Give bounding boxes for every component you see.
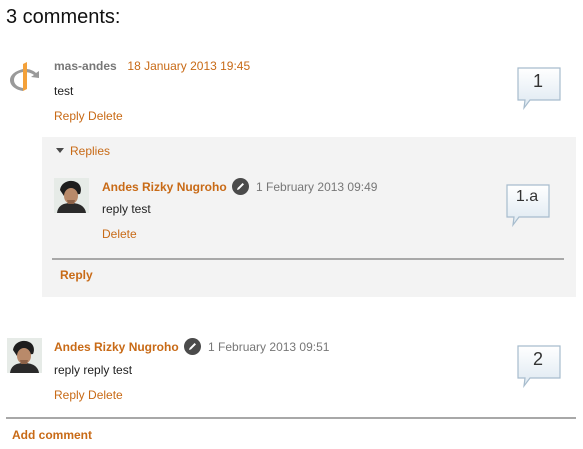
reply-actions: Delete [102, 227, 137, 241]
divider [6, 417, 576, 419]
delete-button[interactable]: Delete [88, 388, 123, 402]
comment-number-bubble: 2 [516, 344, 564, 392]
reply-to-thread-button[interactable]: Reply [60, 268, 93, 282]
comment-2-meta: Andes Rizky Nugroho 1 February 2013 09:5… [54, 338, 329, 355]
replies-toggle[interactable]: Replies [56, 144, 110, 158]
comments-section: 3 comments: mas-andes 18 January 2013 19… [0, 0, 583, 449]
reply-meta: Andes Rizky Nugroho 1 February 2013 09:4… [102, 178, 377, 195]
reply-button[interactable]: Reply [54, 109, 85, 123]
blog-admin-pencil-icon [183, 338, 201, 355]
comment-number: 1 [532, 71, 543, 91]
avatar[interactable] [7, 338, 42, 373]
comment-number-bubble: 1 [516, 66, 564, 114]
blog-admin-pencil-icon [231, 178, 249, 195]
comment-date[interactable]: 1 February 2013 09:51 [208, 340, 329, 354]
reply-author[interactable]: Andes Rizky Nugroho [102, 180, 227, 194]
comments-heading: 3 comments: [6, 6, 121, 28]
divider [52, 258, 564, 260]
reply-number: 1.a [515, 188, 539, 205]
reply-date[interactable]: 1 February 2013 09:49 [256, 180, 377, 194]
add-comment-link[interactable]: Add comment [12, 428, 92, 442]
replies-thread: Replies Andes Rizky Nugroho 1 February 2… [42, 137, 576, 297]
comment-text: reply reply test [54, 363, 133, 377]
comment-1-meta: mas-andes 18 January 2013 19:45 [54, 59, 250, 73]
openid-icon [6, 60, 41, 95]
comment-author[interactable]: mas-andes [54, 59, 117, 73]
comment-actions: Reply Delete [54, 388, 123, 402]
reply-button[interactable]: Reply [54, 388, 85, 402]
reply-number-bubble: 1.a [505, 183, 553, 231]
comment-text: test [54, 84, 74, 98]
delete-button[interactable]: Delete [102, 227, 137, 241]
replies-toggle-label: Replies [70, 144, 111, 158]
delete-button[interactable]: Delete [88, 109, 123, 123]
avatar[interactable] [54, 178, 89, 213]
comment-author[interactable]: Andes Rizky Nugroho [54, 340, 179, 354]
caret-down-icon [56, 148, 64, 153]
comment-date[interactable]: 18 January 2013 19:45 [127, 59, 250, 73]
reply-text: reply test [102, 202, 151, 216]
comment-number: 2 [532, 349, 543, 369]
comment-actions: Reply Delete [54, 109, 123, 123]
